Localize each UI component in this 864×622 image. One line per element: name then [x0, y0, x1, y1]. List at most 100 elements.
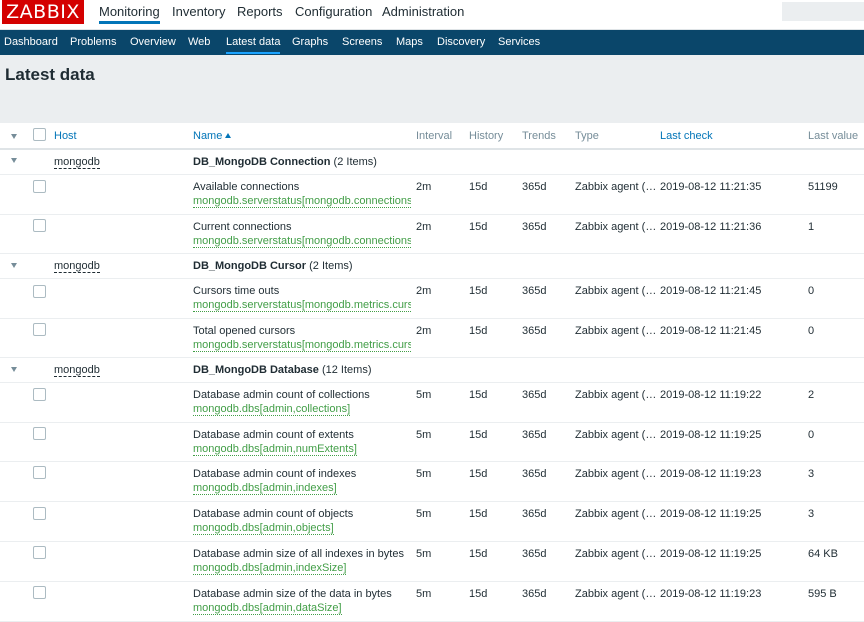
top-menu-monitoring[interactable]: Monitoring	[99, 0, 160, 24]
subnav-problems[interactable]: Problems	[70, 30, 116, 55]
group-row: mongodb DB_MongoDB Connection (2 Items)	[0, 150, 864, 175]
item-history: 15d	[469, 508, 488, 520]
item-type: Zabbix agent (…	[575, 389, 657, 401]
item-key-link[interactable]: mongodb.dbs[admin,indexSize]	[193, 562, 347, 575]
row-checkbox[interactable]	[33, 586, 46, 599]
item-key-link[interactable]: mongodb.dbs[admin,collections]	[193, 403, 351, 416]
subnav-dashboard[interactable]: Dashboard	[4, 30, 58, 55]
item-last-check: 2019-08-12 11:21:36	[660, 221, 762, 233]
item-trends: 365d	[522, 548, 547, 560]
item-history: 15d	[469, 588, 488, 600]
table-row: Available connections mongodb.serverstat…	[0, 175, 864, 215]
item-key-link[interactable]: mongodb.serverstatus[mongodb.connections…	[193, 235, 411, 248]
row-checkbox[interactable]	[33, 323, 46, 336]
row-checkbox[interactable]	[33, 180, 46, 193]
search-input[interactable]	[782, 2, 864, 21]
top-menu-inventory[interactable]: Inventory	[172, 0, 225, 24]
item-history: 15d	[469, 468, 488, 480]
group-row: mongodb DB_MongoDB Cursor (2 Items)	[0, 254, 864, 279]
item-interval: 5m	[416, 389, 432, 401]
group-row: mongodb DB_MongoDB Database (12 Items)	[0, 358, 864, 383]
item-name: Database admin count of objects	[193, 508, 354, 520]
item-last-check: 2019-08-12 11:19:25	[660, 548, 762, 560]
table-header: Host Name Interval History Trends Type L…	[0, 123, 864, 150]
row-checkbox[interactable]	[33, 427, 46, 440]
page-title: Latest data	[5, 65, 95, 84]
top-bar: ZABBIX Monitoring Inventory Reports Conf…	[0, 0, 864, 30]
collapse-group-icon[interactable]	[11, 367, 17, 372]
group-title: DB_MongoDB Cursor (2 Items)	[193, 260, 353, 272]
row-checkbox[interactable]	[33, 466, 46, 479]
zabbix-logo[interactable]: ZABBIX	[2, 0, 84, 24]
item-interval: 5m	[416, 468, 432, 480]
item-key-link[interactable]: mongodb.dbs[admin,dataSize]	[193, 602, 342, 615]
item-interval: 2m	[416, 325, 432, 337]
table-row: Database admin count of collections mong…	[0, 383, 864, 423]
item-last-check: 2019-08-12 11:19:22	[660, 389, 762, 401]
item-last-value: 0	[808, 285, 815, 297]
table-row: Total opened cursors mongodb.serverstatu…	[0, 319, 864, 358]
item-name: Total opened cursors	[193, 325, 296, 337]
subnav-services[interactable]: Services	[498, 30, 540, 55]
item-name: Database admin size of all indexes in by…	[193, 548, 404, 560]
row-checkbox[interactable]	[33, 388, 46, 401]
item-last-check: 2019-08-12 11:19:25	[660, 429, 762, 441]
item-name: Database admin count of indexes	[193, 468, 357, 480]
header-name[interactable]: Name	[193, 130, 232, 142]
item-type: Zabbix agent (…	[575, 429, 657, 441]
subnav-graphs[interactable]: Graphs	[292, 30, 328, 55]
collapse-group-icon[interactable]	[11, 263, 17, 268]
row-checkbox[interactable]	[33, 219, 46, 232]
host-link[interactable]: mongodb	[54, 260, 100, 273]
table-row: Database admin count of extents mongodb.…	[0, 423, 864, 462]
item-key-link[interactable]: mongodb.dbs[admin,numExtents]	[193, 443, 357, 456]
item-interval: 2m	[416, 221, 432, 233]
host-link[interactable]: mongodb	[54, 364, 100, 377]
item-interval: 5m	[416, 508, 432, 520]
item-last-value: 0	[808, 325, 815, 337]
collapse-all-icon[interactable]	[11, 134, 17, 139]
subnav-maps[interactable]: Maps	[396, 30, 423, 55]
header-host[interactable]: Host	[54, 130, 77, 142]
item-last-check: 2019-08-12 11:19:25	[660, 508, 762, 520]
item-last-check: 2019-08-12 11:21:35	[660, 181, 762, 193]
item-name: Database admin count of extents	[193, 429, 354, 441]
item-trends: 365d	[522, 588, 547, 600]
subnav-latest-data[interactable]: Latest data	[226, 30, 281, 54]
header-last-check[interactable]: Last check	[660, 130, 713, 142]
subnav-discovery[interactable]: Discovery	[437, 30, 485, 55]
item-history: 15d	[469, 285, 488, 297]
item-key-link[interactable]: mongodb.dbs[admin,objects]	[193, 522, 334, 535]
item-trends: 365d	[522, 429, 547, 441]
item-type: Zabbix agent (…	[575, 325, 657, 337]
item-interval: 2m	[416, 181, 432, 193]
top-menu-reports[interactable]: Reports	[237, 0, 283, 24]
table-row: Current connections mongodb.serverstatus…	[0, 215, 864, 254]
item-key-link[interactable]: mongodb.dbs[admin,indexes]	[193, 482, 337, 495]
item-name: Current connections	[193, 221, 292, 233]
subnav-screens[interactable]: Screens	[342, 30, 382, 55]
sort-ascending-icon	[225, 133, 232, 138]
item-interval: 5m	[416, 429, 432, 441]
top-menu-administration[interactable]: Administration	[382, 0, 464, 24]
item-type: Zabbix agent (…	[575, 508, 657, 520]
item-key-link[interactable]: mongodb.serverstatus[mongodb.metrics.cur…	[193, 299, 411, 312]
row-checkbox[interactable]	[33, 507, 46, 520]
item-trends: 365d	[522, 468, 547, 480]
item-key-link[interactable]: mongodb.serverstatus[mongodb.connections…	[193, 195, 411, 208]
subnav-web[interactable]: Web	[188, 30, 210, 55]
item-last-value: 2	[808, 389, 815, 401]
item-name: Cursors time outs	[193, 285, 280, 297]
row-checkbox[interactable]	[33, 546, 46, 559]
item-last-value: 0	[808, 429, 815, 441]
subnav-overview[interactable]: Overview	[130, 30, 176, 55]
host-link[interactable]: mongodb	[54, 156, 100, 169]
item-history: 15d	[469, 325, 488, 337]
row-checkbox[interactable]	[33, 285, 46, 298]
table-row: Database admin count of objects mongodb.…	[0, 502, 864, 542]
collapse-group-icon[interactable]	[11, 158, 17, 163]
select-all-checkbox[interactable]	[33, 128, 46, 141]
top-menu-configuration[interactable]: Configuration	[295, 0, 372, 24]
item-key-link[interactable]: mongodb.serverstatus[mongodb.metrics.cur…	[193, 339, 411, 352]
item-last-check: 2019-08-12 11:19:23	[660, 588, 762, 600]
